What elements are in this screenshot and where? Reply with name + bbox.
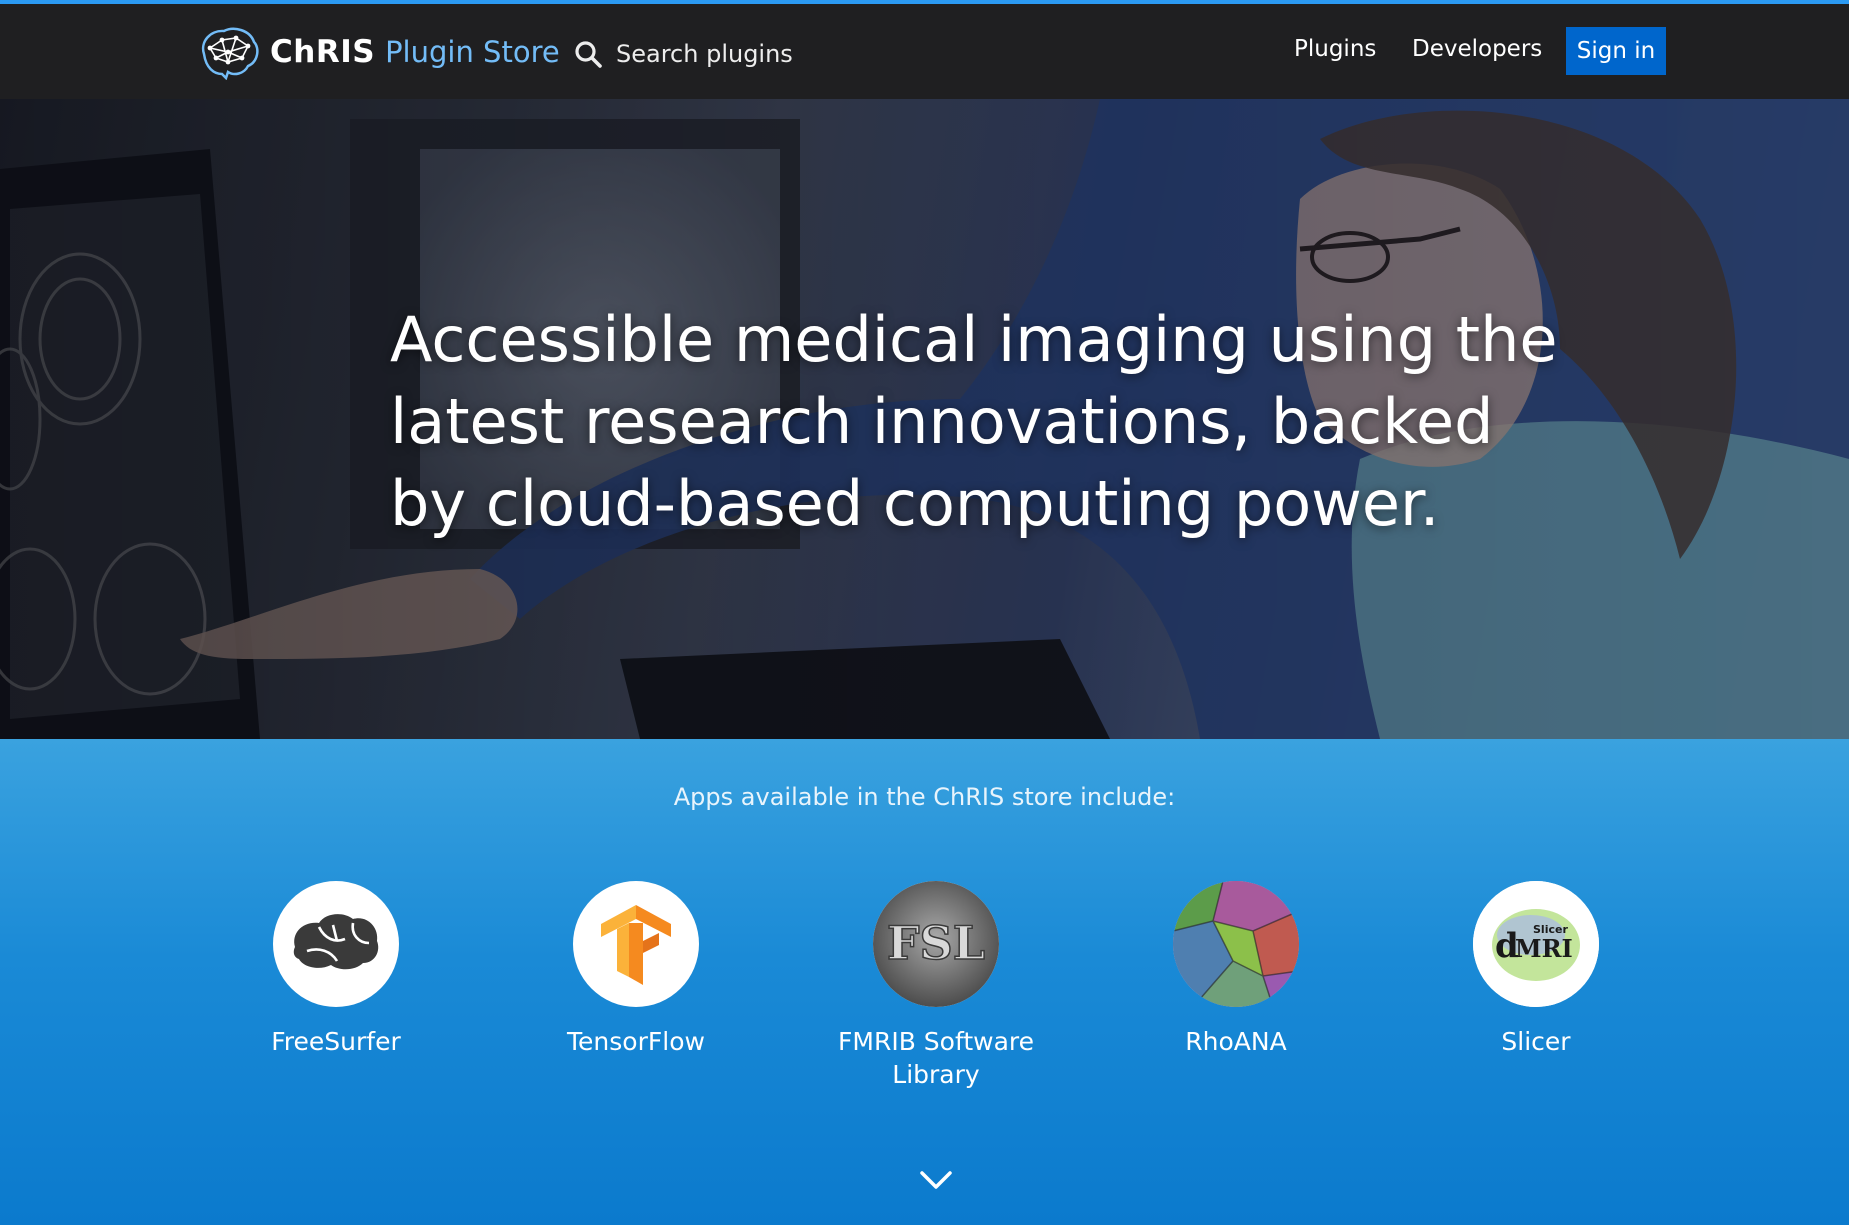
app-name: Slicer [1501,1027,1571,1056]
app-card-tensorflow[interactable]: TensorFlow [516,881,756,1058]
app-name: FreeSurfer [271,1027,401,1056]
search-icon [575,41,602,68]
app-name: FMRIB Software Library [838,1027,1034,1089]
tensorflow-logo-icon [573,881,699,1007]
dmri-slicer-logo-icon: d MRI Slicer [1473,881,1599,1007]
brain-network-icon [201,27,259,80]
rhoana-logo-icon [1173,881,1299,1007]
app-name: RhoANA [1185,1027,1287,1056]
app-card-freesurfer[interactable]: FreeSurfer [216,881,456,1058]
svg-text:FSL: FSL [887,916,985,970]
svg-text:Slicer: Slicer [1533,923,1568,936]
app-name: TensorFlow [567,1027,705,1056]
app-card-slicer[interactable]: d MRI Slicer Slicer [1416,881,1656,1058]
fsl-logo-icon: FSL [873,881,999,1007]
hero-title: Accessible medical imaging using the lat… [390,303,1558,540]
app-card-fsl[interactable]: FSL FMRIB Software Library [816,881,1056,1091]
apps-section: Apps available in the ChRIS store includ… [0,739,1849,1225]
nav-developers-link[interactable]: Developers [1412,36,1542,62]
search-plugins-button[interactable]: Search plugins [573,34,793,74]
chevron-down-icon[interactable] [906,1161,966,1201]
nav-plugins-link[interactable]: Plugins [1294,36,1376,62]
brand-link[interactable]: ChRIS Plugin Store [196,24,560,80]
sign-in-button[interactable]: Sign in [1566,27,1666,75]
site-header: ChRIS Plugin Store Search plugins Plugin… [0,4,1849,99]
brain-icon [273,881,399,1007]
search-label: Search plugins [616,40,793,68]
brand-name: ChRIS [270,34,376,70]
apps-heading: Apps available in the ChRIS store includ… [673,783,1176,811]
brand-suffix: Plugin Store [385,35,560,69]
hero-banner: Accessible medical imaging using the lat… [0,99,1849,739]
app-card-rhoana[interactable]: RhoANA [1116,881,1356,1058]
svg-text:MRI: MRI [1515,934,1573,963]
